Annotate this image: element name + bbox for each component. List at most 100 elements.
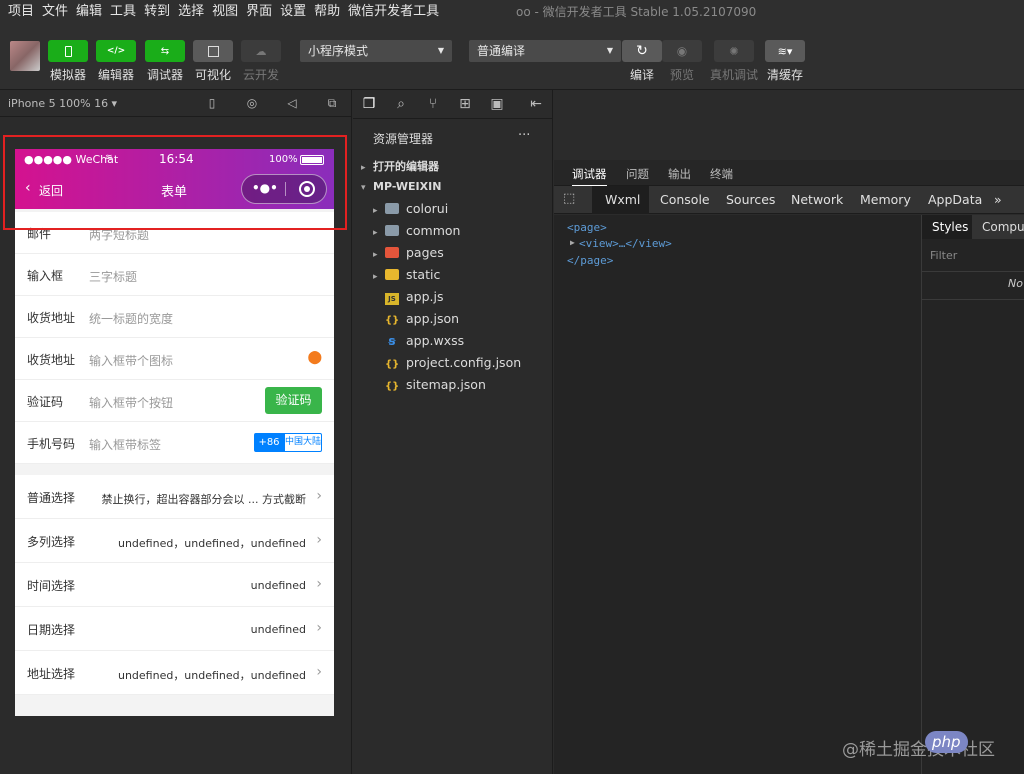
folder-label: pages — [406, 245, 444, 260]
tree-file-project-config[interactable]: {} project.config.json — [385, 355, 521, 370]
search-icon[interactable]: ⌕ — [393, 96, 409, 112]
wxml-view-node[interactable]: <view>…</view> — [579, 237, 672, 250]
picker-row-time[interactable]: 时间选择 undefined › — [15, 563, 334, 607]
folder-label: common — [406, 223, 461, 238]
collapse-panel-icon[interactable]: ⇤ — [528, 96, 544, 112]
tab-wxml[interactable]: Wxml — [605, 192, 640, 207]
row-input[interactable]: 输入框带个按钮 — [89, 394, 173, 411]
menu-wechat-devtools[interactable]: 微信开发者工具 — [344, 0, 443, 24]
clear-cache-button[interactable]: ≋▾ — [765, 40, 805, 62]
form-row-address-icon[interactable]: 收货地址 输入框带个图标 ⬤ — [15, 338, 334, 380]
menu-tools[interactable]: 工具 — [106, 0, 140, 24]
project-label: MP-WEIXIN — [373, 180, 442, 193]
git-branch-icon[interactable]: ⑂ — [425, 96, 441, 112]
tree-folder-common[interactable]: ▸ common — [373, 223, 460, 238]
wxss-file-icon: ꞩ — [388, 334, 396, 348]
explorer-panel: ❐ ⌕ ⑂ ⊞ ▣ ⇤ 资源管理器 ··· ▸ 打开的编辑器 ▾ MP-WEIXIN… — [353, 90, 553, 774]
row-input[interactable]: 输入框带个图标 — [89, 352, 173, 369]
menu-interface[interactable]: 界面 — [242, 0, 276, 24]
wxml-page-open[interactable]: <page> — [567, 221, 607, 234]
tab-problems[interactable]: 问题 — [626, 166, 649, 182]
mode-select[interactable]: 小程序模式 ▼ — [300, 40, 452, 62]
simulator-label: 模拟器 — [49, 68, 86, 82]
menu-select[interactable]: 选择 — [174, 0, 208, 24]
extensions-icon[interactable]: ⊞ — [457, 96, 473, 112]
wxml-page-close[interactable]: </page> — [567, 254, 613, 267]
location-pin-icon: ⬤ — [307, 350, 322, 365]
window-icon[interactable]: ⧉ — [325, 96, 339, 110]
tree-folder-static[interactable]: ▸ static — [373, 267, 440, 282]
menu-file[interactable]: 文件 — [38, 0, 72, 24]
tab-debugger[interactable]: 调试器 — [572, 166, 607, 186]
tab-sources[interactable]: Sources — [726, 192, 775, 207]
form-row-phone[interactable]: 手机号码 输入框带标签 +86 中国大陆 — [15, 422, 334, 464]
refresh-icon: ↻ — [636, 43, 648, 59]
expand-icon[interactable]: ▶ — [570, 238, 575, 247]
debugger-button[interactable]: ⇆ — [145, 40, 185, 62]
preview-button[interactable]: ◉ — [662, 40, 702, 62]
tree-file-app-json[interactable]: {} app.json — [385, 311, 459, 326]
more-tabs-icon[interactable]: » — [994, 192, 1002, 207]
menu-settings[interactable]: 设置 — [276, 0, 310, 24]
clear-cache-label: 清缓存 — [766, 68, 803, 82]
row-input[interactable]: 三字标题 — [89, 268, 137, 285]
visual-button[interactable] — [193, 40, 233, 62]
chevron-right-icon: ▸ — [361, 163, 366, 173]
verify-code-button[interactable]: 验证码 — [265, 387, 322, 414]
bug-icon: ✺ — [729, 44, 739, 58]
cloud-button[interactable]: ☁ — [241, 40, 281, 62]
menu-goto[interactable]: 转到 — [140, 0, 174, 24]
picker-row-date[interactable]: 日期选择 undefined › — [15, 607, 334, 651]
picker-value: undefined，undefined，undefined — [117, 537, 306, 550]
tree-folder-pages[interactable]: ▸ pages — [373, 245, 444, 260]
volume-icon[interactable]: ◁ — [285, 96, 299, 110]
row-label: 收货地址 — [27, 353, 76, 367]
form-row-address[interactable]: 收货地址 统一标题的宽度 — [15, 296, 334, 338]
files-icon[interactable]: ❐ — [361, 96, 377, 112]
menu-project[interactable]: 项目 — [4, 0, 38, 24]
tab-appdata[interactable]: AppData — [928, 192, 982, 207]
phone-outline-icon[interactable]: ▯ — [205, 96, 219, 110]
tree-file-app-wxss[interactable]: ꞩ app.wxss — [385, 333, 464, 348]
toolbar: 模拟器 </> 编辑器 ⇆ 调试器 可视化 ☁ 云开发 小程序模式 ▼ 普通编译… — [0, 24, 1024, 90]
avatar[interactable] — [10, 41, 40, 71]
simulator-button[interactable] — [48, 40, 88, 62]
layout-panel-icon[interactable]: ▣ — [489, 96, 505, 112]
tab-computed[interactable]: Comput — [982, 220, 1024, 234]
open-editors-section[interactable]: ▸ 打开的编辑器 — [361, 158, 439, 174]
tab-network[interactable]: Network — [791, 192, 843, 207]
tab-output[interactable]: 输出 — [668, 166, 691, 182]
picker-value: undefined — [250, 623, 306, 636]
row-input[interactable]: 统一标题的宽度 — [89, 310, 173, 327]
project-section[interactable]: ▾ MP-WEIXIN — [361, 180, 441, 193]
compile-select[interactable]: 普通编译 ▼ — [469, 40, 621, 62]
real-debug-button[interactable]: ✺ — [714, 40, 754, 62]
compile-button[interactable]: ↻ — [622, 40, 662, 62]
tab-styles[interactable]: Styles — [932, 220, 968, 234]
record-icon[interactable]: ◎ — [245, 96, 259, 110]
device-select[interactable]: iPhone 5 100% 16 ▾ — [8, 97, 117, 110]
tree-folder-colorui[interactable]: ▸ colorui — [373, 201, 448, 216]
row-input[interactable]: 输入框带标签 — [89, 436, 161, 453]
menu-help[interactable]: 帮助 — [310, 0, 344, 24]
form-row-verify[interactable]: 验证码 输入框带个按钮 验证码 — [15, 380, 334, 422]
tree-file-app-js[interactable]: JS app.js — [385, 289, 444, 305]
inspect-element-icon[interactable]: ⬚ — [563, 191, 575, 206]
styles-filter-input[interactable]: Filter — [930, 249, 957, 262]
tree-file-sitemap[interactable]: {} sitemap.json — [385, 377, 486, 392]
tab-console[interactable]: Console — [660, 192, 710, 207]
more-icon[interactable]: ··· — [518, 128, 530, 143]
picker-row-region[interactable]: 地址选择 undefined，undefined，undefined › — [15, 651, 334, 695]
editor-button[interactable]: </> — [96, 40, 136, 62]
picker-row-multi[interactable]: 多列选择 undefined，undefined，undefined › — [15, 519, 334, 563]
picker-value: undefined，undefined，undefined — [117, 669, 306, 682]
picker-row-normal[interactable]: 普通选择 禁止换行，超出容器部分会以 ... 方式截断 › — [15, 475, 334, 519]
tab-memory[interactable]: Memory — [860, 192, 911, 207]
no-element-text: No — [1008, 277, 1023, 290]
menu-edit[interactable]: 编辑 — [72, 0, 106, 24]
menu-view[interactable]: 视图 — [208, 0, 242, 24]
json-file-icon: {} — [385, 381, 400, 392]
form-row-input[interactable]: 输入框 三字标题 — [15, 254, 334, 296]
code-icon: </> — [106, 46, 126, 56]
tab-terminal[interactable]: 终端 — [710, 166, 733, 182]
